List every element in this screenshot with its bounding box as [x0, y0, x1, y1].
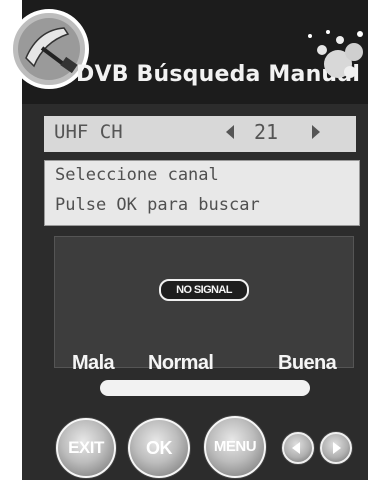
signal-label-high: Buena	[278, 352, 337, 374]
ok-button[interactable]: OK	[128, 418, 190, 478]
signal-label-low: Mala	[72, 352, 115, 374]
right-arrow-button[interactable]	[320, 432, 352, 464]
exit-button[interactable]: EXIT	[56, 418, 116, 478]
bubbles-icon	[308, 30, 363, 78]
no-signal-badge: NO SIGNAL	[159, 279, 249, 301]
instruction-box: Seleccione canal Pulse OK para buscar	[44, 160, 360, 226]
triangle-left-icon	[292, 442, 300, 454]
channel-number: 21	[254, 120, 279, 144]
signal-quality-bar	[100, 380, 310, 396]
instruction-line-2: Pulse OK para buscar	[55, 195, 260, 215]
band-label: UHF CH	[54, 121, 123, 143]
triangle-right-icon	[333, 442, 341, 454]
channel-selector[interactable]: UHF CH 21	[44, 116, 356, 152]
menu-button[interactable]: MENU	[204, 416, 266, 478]
chevron-right-icon[interactable]	[312, 125, 320, 139]
video-preview: NO SIGNAL	[54, 236, 354, 368]
signal-label-mid: Normal	[148, 352, 214, 374]
chevron-left-icon[interactable]	[226, 125, 234, 139]
left-arrow-button[interactable]	[282, 432, 314, 464]
instruction-line-1: Seleccione canal	[55, 165, 219, 185]
